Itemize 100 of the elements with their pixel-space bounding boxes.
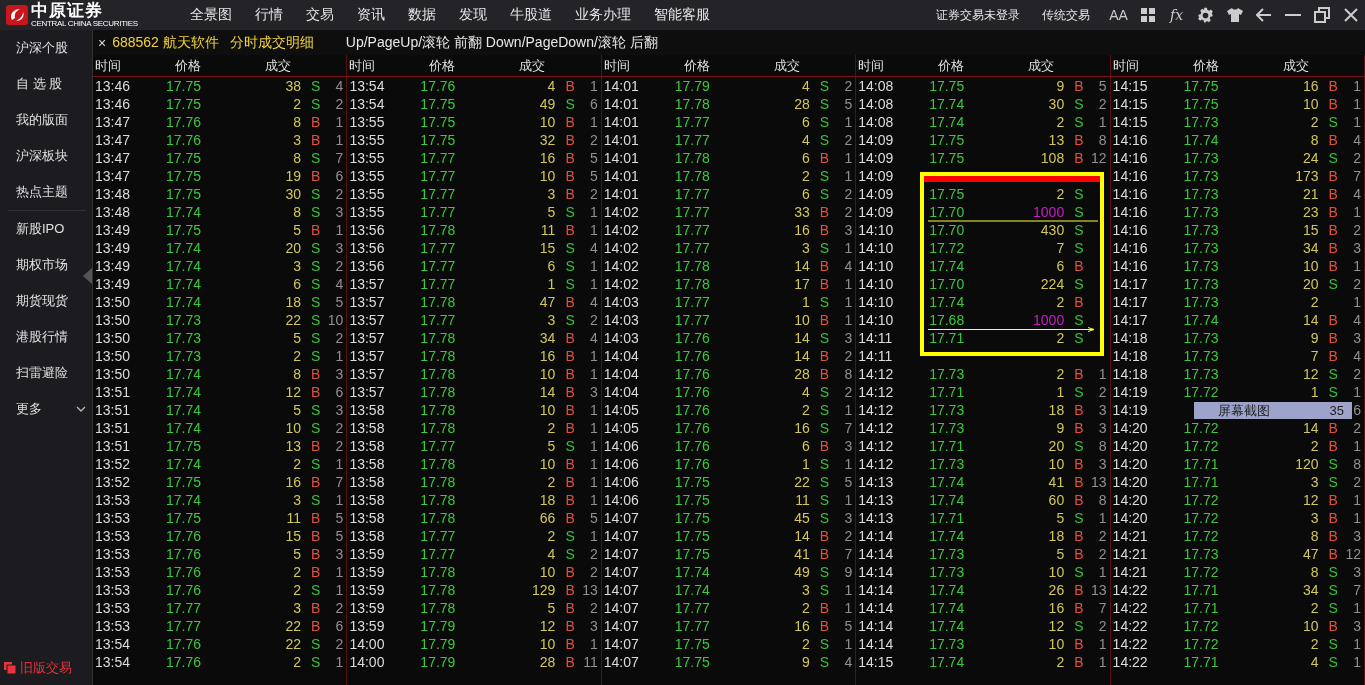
- count-cell-text: 1: [589, 528, 599, 544]
- side-cell-text: S: [1073, 618, 1085, 634]
- price-cell-text: 17.78: [419, 366, 456, 382]
- time-cell-text: 13:49: [94, 222, 132, 238]
- sidebar-item[interactable]: 港股行情: [0, 319, 92, 355]
- price-cell-text: 17.70: [928, 204, 965, 220]
- menu-item[interactable]: 业务办理: [575, 6, 631, 24]
- restore-icon[interactable]: [1313, 7, 1330, 23]
- grid-icon[interactable]: [1139, 7, 1156, 23]
- side-cell-text: B: [1327, 186, 1339, 202]
- side-cell-text: B: [1073, 600, 1085, 616]
- volume-cell-text: 2: [546, 528, 556, 544]
- volume-cell-text: 18: [1047, 528, 1065, 544]
- time-cell-text: 14:07: [602, 528, 640, 544]
- price-cell-text: 17.76: [164, 546, 201, 562]
- time-cell-text: 14:09: [857, 132, 895, 148]
- menu-item[interactable]: 全景图: [190, 6, 232, 24]
- volume-cell-text: 2: [292, 96, 301, 112]
- price-cell-text: 17.74: [673, 564, 710, 580]
- time-cell-text: 14:07: [602, 618, 640, 634]
- sidebar-item[interactable]: 沪深个股: [0, 30, 92, 66]
- side-cell-text: S: [564, 546, 576, 562]
- count-cell-text: 2: [589, 186, 599, 202]
- side-cell-text: B: [310, 384, 322, 400]
- minimize-icon[interactable]: [1284, 13, 1301, 17]
- side-cell-text: B: [1073, 402, 1085, 418]
- sidebar-item[interactable]: 自 选 股: [0, 66, 92, 102]
- count-cell-text: 2: [843, 186, 854, 202]
- side-cell-text: S: [818, 492, 831, 508]
- side-cell-text: B: [564, 402, 576, 418]
- menu-item[interactable]: 交易: [306, 6, 334, 24]
- time-cell-text: 13:58: [348, 474, 386, 490]
- volume-cell-text: 34: [1302, 582, 1319, 598]
- side-cell-text: S: [818, 654, 831, 670]
- time-cell-text: 14:06: [602, 456, 640, 472]
- time-cell-text: 14:19: [1111, 402, 1149, 418]
- time-cell-text: 14:14: [857, 600, 895, 616]
- sidebar-item[interactable]: 沪深板块: [0, 138, 92, 174]
- menu-item[interactable]: 发现: [459, 6, 487, 24]
- volume-cell-text: 108: [1039, 150, 1065, 166]
- formula-button[interactable]: fx: [1162, 4, 1191, 26]
- side-cell-text: B: [818, 618, 831, 634]
- side-cell-text: S: [1327, 366, 1339, 382]
- login-status-link[interactable]: 证券交易未登录: [936, 6, 1020, 24]
- side-cell-text: S: [1073, 240, 1085, 256]
- sidebar-item[interactable]: 扫雷避险: [0, 355, 92, 391]
- volume-cell-text: 22: [793, 474, 810, 490]
- legacy-trading-link[interactable]: 旧版交易: [20, 659, 72, 677]
- time-cell-text: 14:01: [602, 114, 640, 130]
- count-cell-text: 4: [589, 240, 599, 256]
- shirt-icon[interactable]: [1225, 7, 1244, 23]
- volume-cell-text: 2: [292, 348, 301, 364]
- menu-item[interactable]: 数据: [408, 6, 436, 24]
- volume-cell-text: 14: [793, 258, 810, 274]
- side-cell-text: S: [310, 276, 322, 292]
- side-cell-text: S: [818, 474, 831, 490]
- count-cell-text: 2: [843, 132, 854, 148]
- time-cell-text: 13:51: [94, 384, 132, 400]
- time-cell-text: 13:55: [348, 186, 386, 202]
- price-cell-text: 17.75: [673, 636, 710, 652]
- side-cell-text: B: [310, 168, 322, 184]
- side-cell-text: B: [818, 276, 831, 292]
- menu-item[interactable]: 智能客服: [654, 6, 710, 24]
- tab-close-button[interactable]: ×: [98, 34, 107, 51]
- sidebar-item[interactable]: 期权市场: [0, 247, 92, 283]
- volume-cell-text: 28: [793, 96, 810, 112]
- side-cell-text: B: [1073, 582, 1085, 598]
- volume-cell-text: 22: [284, 636, 301, 652]
- sidebar-item[interactable]: 热点主题: [0, 174, 92, 210]
- menu-item[interactable]: 资讯: [357, 6, 385, 24]
- count-cell-text: 3: [843, 510, 854, 526]
- price-cell-text: 17.75: [928, 78, 965, 94]
- time-cell-text: 14:16: [1111, 150, 1149, 166]
- count-cell-text: 1: [589, 438, 599, 454]
- sidebar-item[interactable]: 新股IPO: [0, 211, 92, 247]
- back-arrow-icon[interactable]: [1255, 8, 1272, 22]
- count-cell-text: 1: [1352, 510, 1362, 526]
- volume-cell-text: 14: [793, 330, 810, 346]
- side-cell-text: S: [818, 186, 831, 202]
- volume-cell-text: 12: [1302, 492, 1319, 508]
- side-cell-text: B: [1073, 78, 1085, 94]
- close-icon[interactable]: [1343, 8, 1358, 22]
- settings-icon[interactable]: [1197, 6, 1214, 24]
- menu-item[interactable]: 牛股道: [510, 6, 552, 24]
- classic-trading-link[interactable]: 传统交易: [1042, 6, 1090, 24]
- time-cell-text: 13:59: [348, 600, 386, 616]
- sidebar-item[interactable]: 期货现货: [0, 283, 92, 319]
- time-cell-text: 14:20: [1111, 510, 1149, 526]
- price-cell-text: 17.75: [673, 654, 710, 670]
- count-cell-text: 3: [1097, 402, 1108, 418]
- price-cell-text: 17.79: [419, 636, 456, 652]
- sidebar-item[interactable]: 更多: [0, 391, 92, 427]
- sidebar-item[interactable]: 我的版面: [0, 102, 92, 138]
- font-size-button[interactable]: AA: [1104, 4, 1133, 26]
- column-header: 成交: [772, 56, 801, 75]
- count-cell-text: 2: [1352, 276, 1362, 292]
- volume-cell-text: 5: [1055, 546, 1065, 562]
- side-cell-text: B: [1327, 510, 1339, 526]
- side-cell-text: B: [818, 204, 831, 220]
- menu-item[interactable]: 行情: [255, 6, 283, 24]
